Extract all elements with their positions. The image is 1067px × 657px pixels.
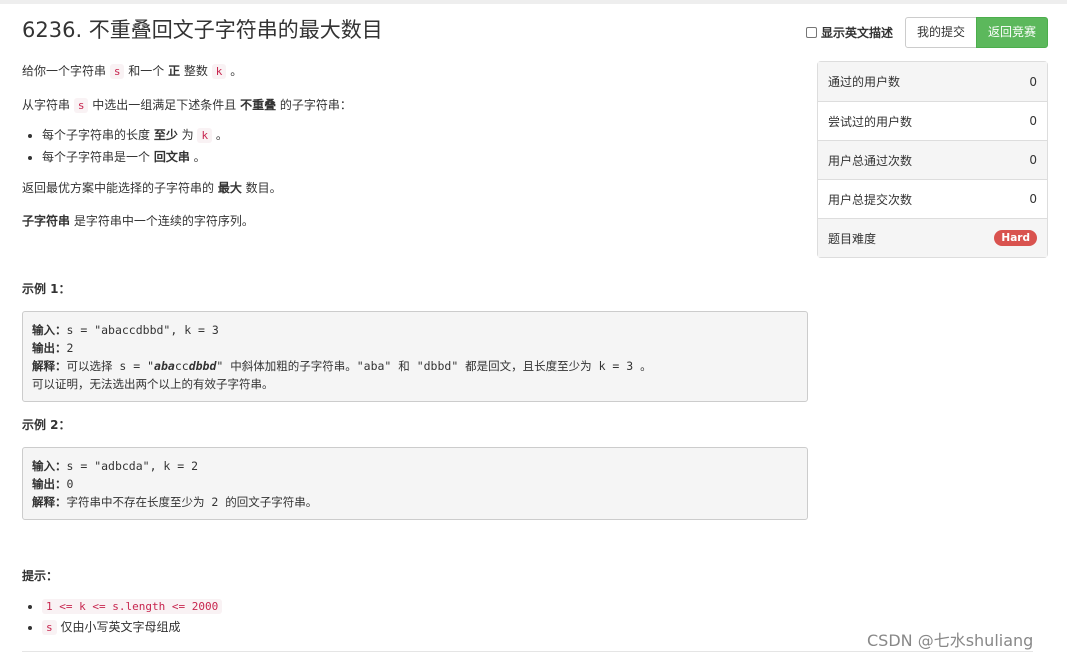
stat-value: 0	[1029, 114, 1037, 128]
example-1-block: 输入：s = "abaccdbbd", k = 3 输出：2 解释：可以选择 s…	[22, 311, 808, 402]
top-divider	[0, 0, 1067, 4]
bottom-divider	[22, 651, 1033, 652]
english-description-toggle[interactable]: 显示英文描述	[805, 24, 893, 41]
stat-value: 0	[1029, 153, 1037, 167]
example-2-block: 输入：s = "adbcda", k = 2 输出：0 解释：字符串中不存在长度…	[22, 447, 808, 520]
page-title: 6236. 不重叠回文子字符串的最大数目	[22, 18, 383, 42]
list-item: 1 <= k <= s.length <= 2000	[42, 596, 223, 617]
stat-row-attempted-users: 尝试过的用户数 0	[818, 101, 1047, 140]
text: 和一个	[124, 64, 169, 78]
explain-text: 可以选择 s = "	[66, 359, 155, 373]
input-label: 输入：	[32, 459, 67, 473]
emphasis-text: aba	[154, 359, 175, 373]
stat-label: 题目难度	[828, 231, 877, 246]
problem-description: 给你一个字符串 s 和一个 正 整数 k 。 从字符串 s 中选出一组满足下述条…	[22, 62, 812, 245]
text: 。	[189, 150, 206, 164]
inline-code: s	[42, 620, 57, 635]
text: 仅由小写英文字母组成	[56, 620, 181, 634]
description-paragraph: 返回最优方案中能选择的子字符串的 最大 数目。	[22, 179, 812, 197]
explain-text: cc	[174, 359, 189, 373]
text: 整数	[180, 64, 212, 78]
stat-label: 用户总提交次数	[828, 192, 913, 207]
stat-value: 0	[1029, 192, 1037, 206]
stat-row-difficulty: 题目难度 Hard	[818, 218, 1047, 257]
list-item: 每个子字符串的长度 至少 为 k 。	[42, 126, 812, 145]
text: 每个子字符串是一个	[42, 150, 154, 164]
text: 的子字符串：	[276, 98, 352, 112]
explain-text: 字符串中不存在长度至少为 2 的回文子字符串。	[66, 495, 318, 509]
inline-code: s	[73, 98, 89, 113]
bold-text: 不重叠	[240, 98, 277, 112]
text: 给你一个字符串	[22, 64, 110, 78]
stat-row-total-submissions: 用户总提交次数 0	[818, 179, 1047, 218]
stat-label: 用户总通过次数	[828, 153, 913, 168]
explain-label: 解释：	[32, 495, 67, 509]
output-value: 2	[66, 341, 74, 355]
text: 返回最优方案中能选择的子字符串的	[22, 181, 218, 195]
example-2-title: 示例 2：	[22, 418, 71, 432]
bold-text: 回文串	[153, 150, 190, 164]
text: 每个子字符串的长度	[42, 128, 154, 142]
my-submissions-button[interactable]: 我的提交	[904, 17, 977, 48]
output-label: 输出：	[32, 477, 67, 491]
stat-row-accepted-users: 通过的用户数 0	[818, 62, 1047, 101]
back-to-contest-button[interactable]: 返回竞赛	[975, 17, 1048, 48]
watermark: CSDN @七水shuliang	[867, 631, 1034, 650]
text: 。	[212, 128, 228, 142]
input-label: 输入：	[32, 323, 67, 337]
description-paragraph: 从字符串 s 中选出一组满足下述条件且 不重叠 的子字符串：	[22, 96, 812, 115]
inline-code: k	[197, 128, 213, 143]
explain-text: " 中斜体加粗的子字符串。"aba" 和 "dbbd" 都是回文，且长度至少为 …	[216, 359, 652, 373]
list-item: 每个子字符串是一个 回文串 。	[42, 148, 812, 166]
tips-title: 提示：	[22, 569, 59, 583]
input-value: s = "adbcda", k = 2	[66, 459, 199, 473]
condition-list: 每个子字符串的长度 至少 为 k 。 每个子字符串是一个 回文串 。	[42, 126, 812, 166]
tips-list: 1 <= k <= s.length <= 2000 s 仅由小写英文字母组成	[42, 596, 223, 638]
explain-label: 解释：	[32, 359, 67, 373]
example-1-title: 示例 1：	[22, 282, 71, 296]
toolbar: 显示英文描述 我的提交 返回竞赛	[805, 17, 1048, 48]
stat-row-total-accepted: 用户总通过次数 0	[818, 140, 1047, 179]
bold-text: 至少	[153, 128, 178, 142]
stat-label: 通过的用户数	[828, 75, 901, 89]
text: 。	[226, 64, 243, 78]
emphasis-text: dbbd	[188, 359, 217, 373]
output-label: 输出：	[32, 341, 67, 355]
stats-panel: 通过的用户数 0 尝试过的用户数 0 用户总通过次数 0 用户总提交次数 0 题…	[817, 61, 1048, 258]
inline-code: 1 <= k <= s.length <= 2000	[42, 599, 223, 614]
difficulty-badge: Hard	[994, 230, 1037, 246]
text: 为	[177, 128, 198, 142]
input-value: s = "abaccdbbd", k = 3	[66, 323, 219, 337]
bold-text: 最大	[217, 181, 242, 195]
description-paragraph: 给你一个字符串 s 和一个 正 整数 k 。	[22, 62, 812, 81]
explain-text: 可以证明，无法选出两个以上的有效子字符串。	[32, 377, 274, 391]
stat-label: 尝试过的用户数	[828, 114, 913, 129]
english-description-label: 显示英文描述	[820, 26, 893, 40]
inline-code: s	[109, 64, 125, 79]
bold-text: 子字符串	[22, 214, 71, 228]
description-paragraph: 子字符串 是字符串中一个连续的字符序列。	[22, 212, 812, 230]
english-description-checkbox[interactable]	[805, 27, 817, 38]
bold-text: 正	[168, 64, 181, 78]
text: 中选出一组满足下述条件且	[88, 98, 241, 112]
list-item: s 仅由小写英文字母组成	[42, 617, 222, 638]
output-value: 0	[66, 477, 74, 491]
text: 数目。	[241, 181, 282, 195]
stat-value: 0	[1029, 74, 1037, 89]
text: 从字符串	[22, 98, 74, 112]
text: 是字符串中一个连续的字符序列。	[70, 214, 254, 228]
inline-code: k	[211, 64, 227, 79]
